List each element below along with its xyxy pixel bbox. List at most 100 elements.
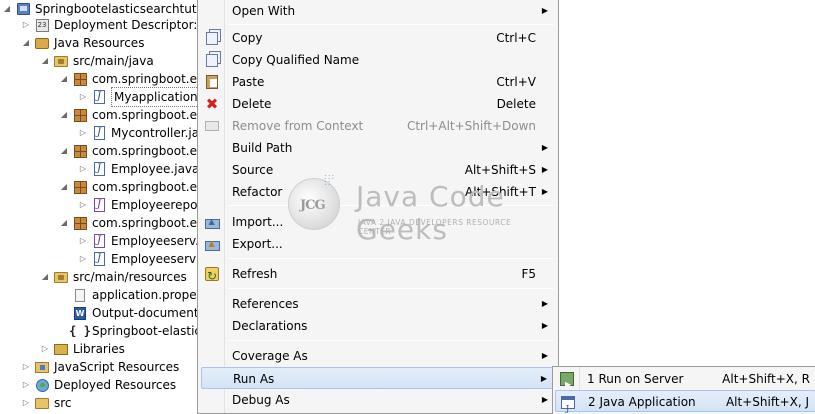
collapsed-arrow-icon[interactable]: ▷ [21,394,31,412]
collapsed-arrow-icon[interactable]: ▷ [21,376,31,394]
menu-item-run-as[interactable]: Run As ▶ [201,367,556,389]
json-file-icon: { } [69,324,91,338]
run-on-server-icon [559,371,575,396]
expanded-arrow-icon[interactable]: ◢ [59,70,69,88]
java-resources-icon [34,35,50,51]
menu-item-copy-qualified-name[interactable]: Copy Qualified Name [201,49,556,71]
menu-item-build-path[interactable]: Build Path ▶ [201,137,556,159]
expanded-arrow-icon[interactable]: ◢ [59,214,69,232]
expanded-arrow-icon[interactable]: ◢ [59,178,69,196]
package-icon [72,179,88,195]
java-file-icon: J [91,251,107,267]
refresh-icon [204,265,220,287]
tree-item-label: Java Resources [54,36,145,50]
shortcut: Alt+Shift+S [464,163,536,177]
tree-item-package[interactable]: ◢ com.springboot.ela [59,106,200,124]
tree-item-output-documentation[interactable]: W Output-documenta [59,304,200,322]
expanded-arrow-icon[interactable]: ◢ [59,142,69,160]
project-icon [15,1,31,17]
collapsed-arrow-icon[interactable]: ▷ [78,196,88,214]
menu-separator [228,340,554,341]
shortcut: Alt+Shift+T [465,185,536,199]
tree-item-package[interactable]: ◢ com.springboot.ela [59,178,200,196]
tree-item-label: com.springboot.ela [92,180,200,194]
menu-item-source[interactable]: Source Alt+Shift+S ▶ [201,159,556,181]
shortcut: Ctrl+V [496,75,536,89]
shortcut: Ctrl+Alt+Shift+Down [406,119,536,133]
menu-item-export[interactable]: Export... [201,233,556,255]
collapsed-arrow-icon[interactable]: ▷ [78,88,88,106]
word-document-icon: W [74,306,86,320]
tree-item-employee[interactable]: ▷ J Employee.java [78,160,199,178]
tree-item-package[interactable]: ◢ com.springboot.ela [59,70,200,88]
collapsed-arrow-icon[interactable]: ▷ [21,16,31,34]
tree-item-src-main-resources[interactable]: ◢ src/main/resources [40,268,187,286]
tree-item-springboot-elastics[interactable]: { } Springboot-elastics [59,322,200,340]
menu-item-refactor[interactable]: Refactor Alt+Shift+T ▶ [201,181,556,203]
menu-item-references[interactable]: References ▶ [201,293,556,315]
menu-item-open-with[interactable]: Open With ▶ [201,0,556,22]
collapsed-arrow-icon[interactable]: ▷ [78,160,88,178]
collapsed-arrow-icon[interactable]: ▷ [21,358,31,376]
export-icon [204,233,220,255]
submenu-arrow-icon: ▶ [541,6,548,15]
tree-item-label: com.springboot.ela [92,144,200,158]
menu-item-refresh[interactable]: Refresh F5 [201,263,556,287]
tree-item-java-resources[interactable]: ◢ Java Resources [21,34,145,52]
tree-item-application-properties[interactable]: application.propert [59,286,200,304]
expanded-arrow-icon[interactable]: ◢ [21,34,31,52]
interface-file-icon: J [91,197,107,213]
delete-icon: ✖ [205,95,219,113]
tree-item-employeeservimpl[interactable]: ▷ J Employeeservin [78,250,200,268]
menu-item-declarations[interactable]: Declarations ▶ [201,315,556,337]
tree-item-javascript-resources[interactable]: ▷ JavaScript Resources [21,358,179,376]
package-icon [72,71,88,87]
tree-item-mycontroller[interactable]: ▷ J Mycontroller.jav [78,124,200,142]
menu-separator [228,258,554,259]
deployed-resources-icon [34,377,50,393]
menu-item-coverage-as[interactable]: Coverage As ▶ [201,345,556,367]
tree-item-libraries[interactable]: ▷ Libraries [40,340,125,358]
submenu-arrow-icon: ▶ [541,187,548,196]
tree-item-src[interactable]: ▷ src [21,394,72,412]
tree-item-label: src [54,396,72,410]
menu-item-debug-as[interactable]: Debug As ▶ [201,389,556,411]
tree-item-label: Deployed Resources [54,378,177,392]
menu-item-copy[interactable]: Copy Ctrl+C [201,27,556,49]
menu-item-delete[interactable]: ✖ Delete Delete [201,93,556,115]
expanded-arrow-icon[interactable]: ◢ [40,52,50,70]
menu-item-import[interactable]: Import... [201,211,556,233]
tree-item-package[interactable]: ◢ com.springboot.ela [59,214,200,232]
tree-item-label: Myapplication.ja [111,87,200,107]
menu-item-remove-from-context[interactable]: Remove from Context Ctrl+Alt+Shift+Down [201,115,556,137]
expanded-arrow-icon[interactable]: ◢ [2,0,12,18]
expanded-arrow-icon[interactable]: ◢ [59,106,69,124]
tree-item-employeeserv[interactable]: ▷ J Employeeserv.ja [78,232,200,250]
collapsed-arrow-icon[interactable]: ▷ [78,250,88,268]
tree-item-label: com.springboot.ela [92,216,200,230]
tree-item-deployed-resources[interactable]: ▷ Deployed Resources [21,376,176,394]
folder-icon [34,395,50,411]
collapsed-arrow-icon[interactable]: ▷ [40,340,50,358]
menu-item-java-application[interactable]: 2 Java Application Alt+Shift+X, J [555,390,815,414]
package-icon [72,143,88,159]
collapsed-arrow-icon[interactable]: ▷ [78,232,88,250]
java-application-icon [560,394,576,414]
submenu-arrow-icon: ▶ [540,374,547,383]
collapsed-arrow-icon[interactable]: ▷ [78,124,88,142]
interface-file-icon: J [91,233,107,249]
menu-item-paste[interactable]: Paste Ctrl+V [201,71,556,93]
tree-item-label: Employeereposi [111,198,200,212]
deployment-descriptor-icon: 23 [34,17,50,33]
menu-separator [228,24,554,25]
tree-item-deployment-descriptor[interactable]: ▷ 23 Deployment Descriptor: Ar [21,16,200,34]
menu-separator [228,288,554,289]
menu-item-run-on-server[interactable]: 1 Run on Server Alt+Shift+X, R [555,368,815,396]
tree-item-employeerepository[interactable]: ▷ J Employeereposi [78,196,200,214]
tree-item-src-main-java[interactable]: ◢ src/main/java [40,52,154,70]
expanded-arrow-icon[interactable]: ◢ [40,268,50,286]
javascript-resources-icon [34,359,50,375]
submenu-arrow-icon: ▶ [541,299,548,308]
tree-item-myapplication[interactable]: ▷ J Myapplication.ja [78,87,200,107]
tree-item-package[interactable]: ◢ com.springboot.ela [59,142,200,160]
